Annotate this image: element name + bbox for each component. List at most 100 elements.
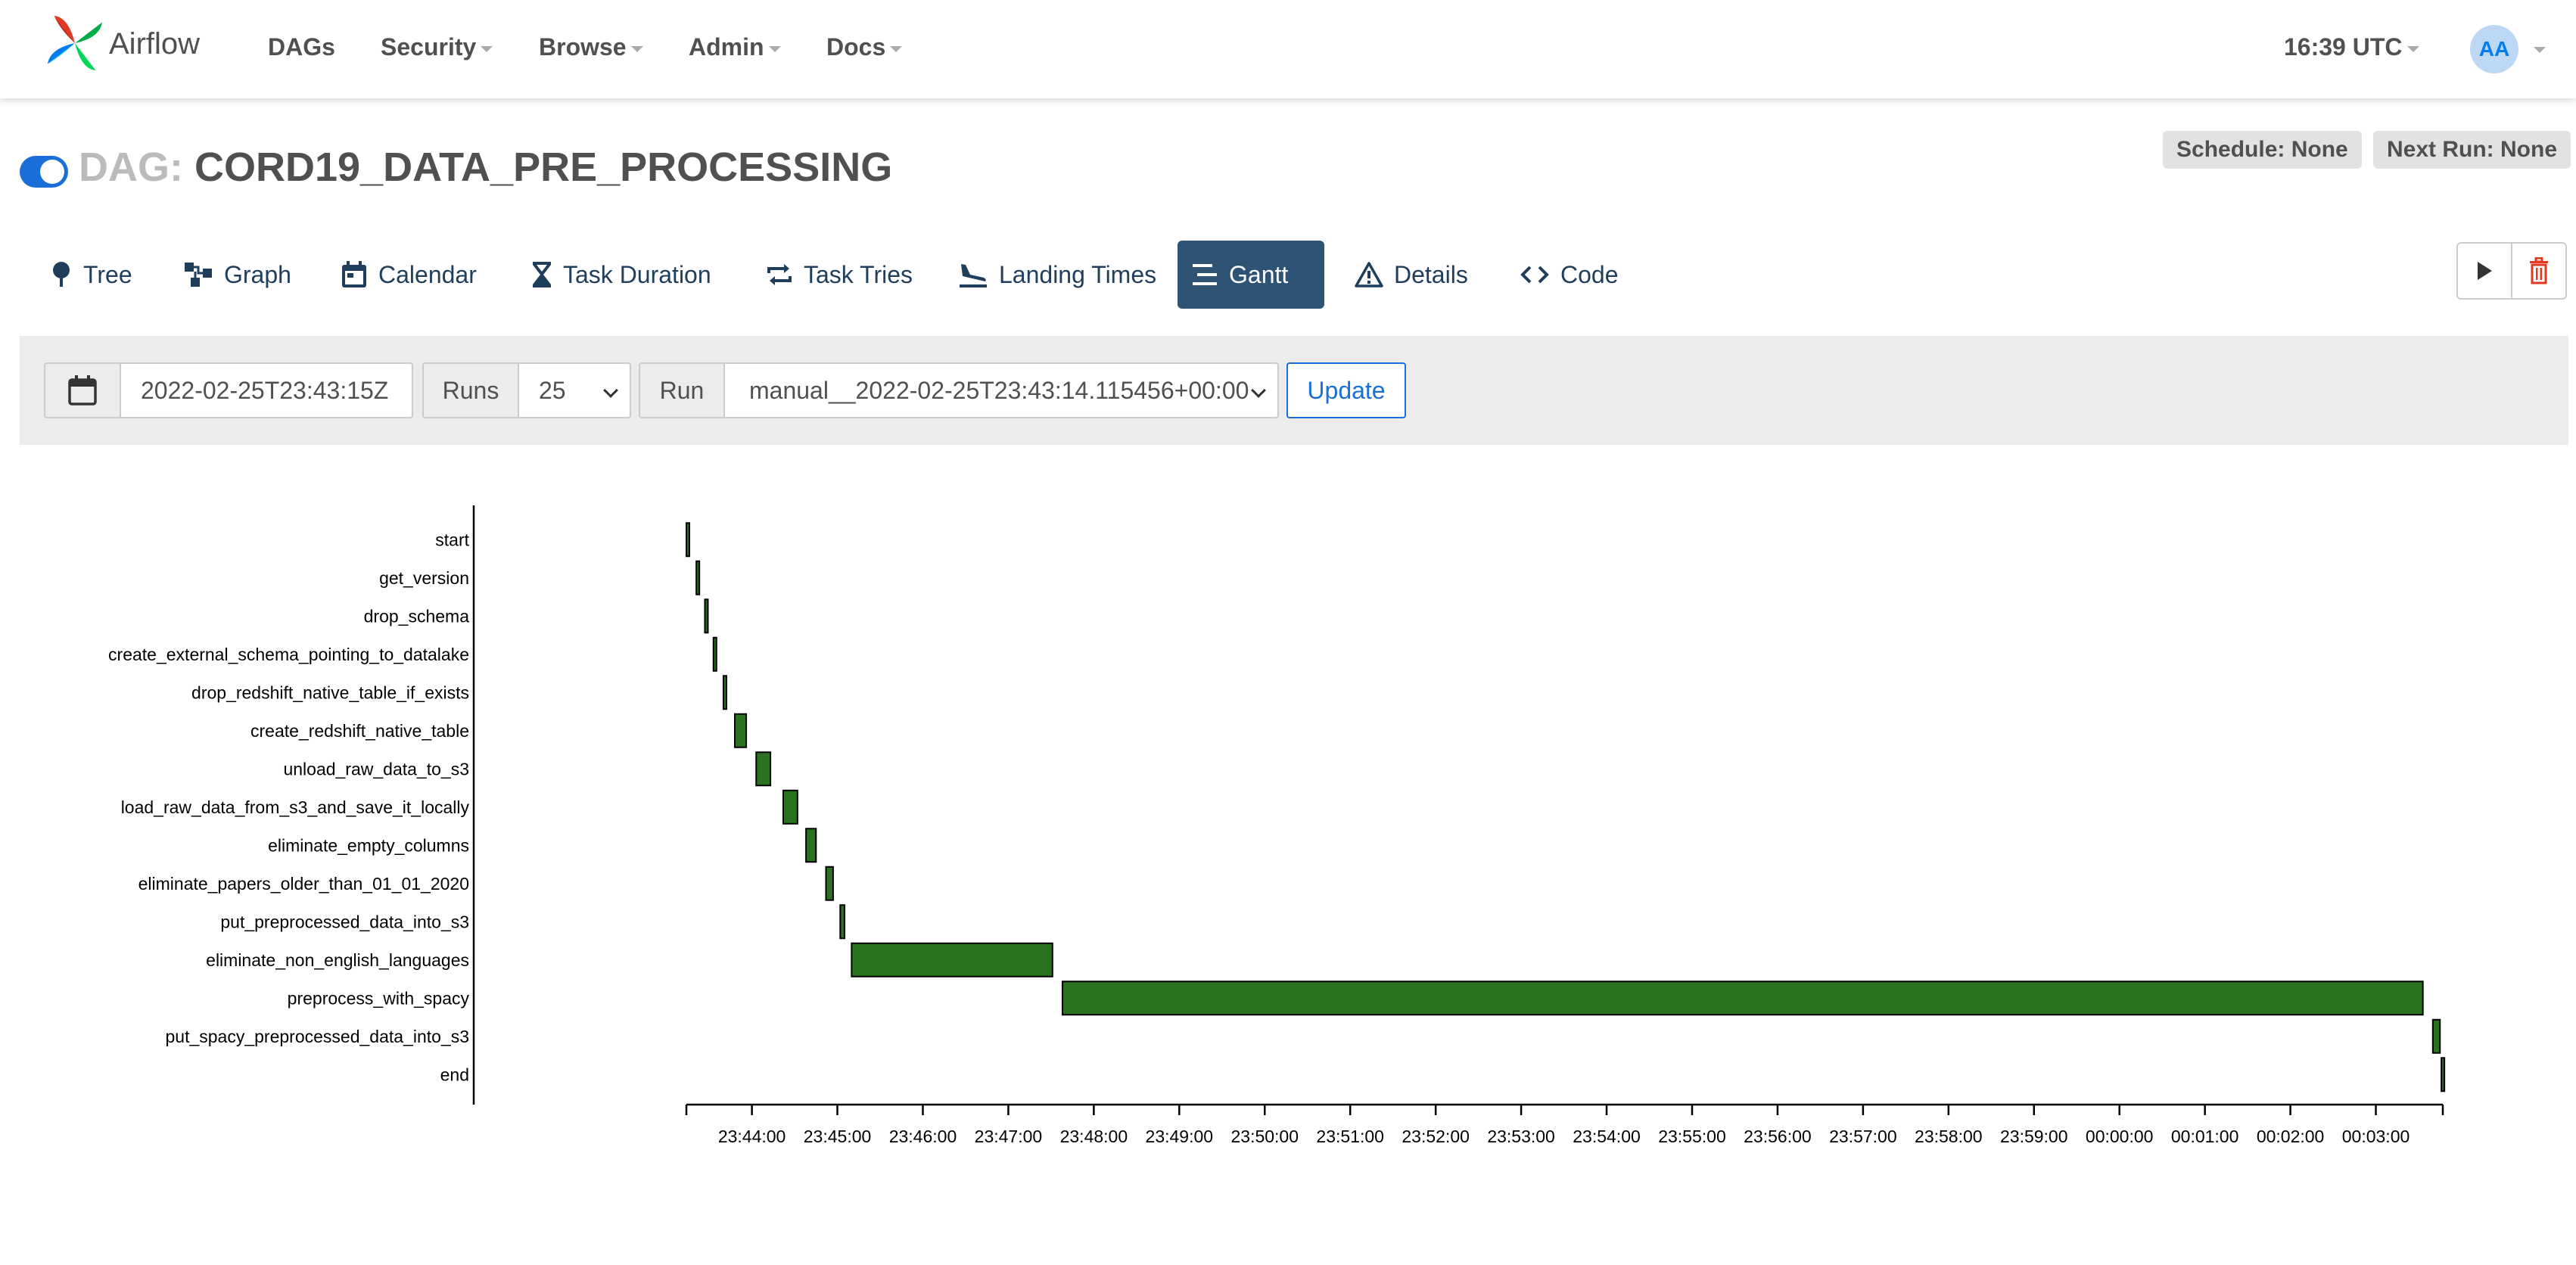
play-icon bbox=[2478, 262, 2492, 280]
warning-icon bbox=[1355, 262, 1383, 288]
nav-browse[interactable]: Browse bbox=[539, 33, 643, 61]
x-axis-tick-label: 23:53:00 bbox=[1487, 1127, 1555, 1146]
chevron-down-icon bbox=[1251, 383, 1266, 398]
chevron-down-icon bbox=[603, 383, 618, 398]
chevron-down-icon bbox=[768, 45, 781, 52]
task-label[interactable]: eliminate_non_english_languages bbox=[206, 950, 469, 970]
gantt-icon bbox=[1193, 264, 1217, 285]
x-axis-tick-label: 23:44:00 bbox=[718, 1127, 786, 1146]
gantt-task-bar[interactable] bbox=[2431, 1018, 2441, 1054]
tab-tree[interactable]: Tree bbox=[36, 241, 146, 309]
gantt-task-bar[interactable] bbox=[1061, 981, 2424, 1016]
x-axis-tick-label: 00:00:00 bbox=[2086, 1127, 2154, 1146]
toggle-knob bbox=[40, 160, 64, 184]
gantt-task-bar[interactable] bbox=[825, 866, 834, 901]
x-axis-tick-label: 23:50:00 bbox=[1230, 1127, 1299, 1146]
task-label[interactable]: unload_raw_data_to_s3 bbox=[283, 759, 469, 779]
gantt-task-bar[interactable] bbox=[755, 751, 772, 787]
chevron-down-icon[interactable] bbox=[2534, 47, 2546, 53]
task-label[interactable]: create_redshift_native_table bbox=[250, 721, 469, 741]
nav-admin[interactable]: Admin bbox=[689, 33, 781, 61]
x-axis-tick-label: 23:58:00 bbox=[1915, 1127, 1983, 1146]
trigger-dag-button[interactable] bbox=[2456, 242, 2512, 300]
tab-gantt[interactable]: Gantt bbox=[1178, 241, 1324, 309]
gantt-task-bar[interactable] bbox=[782, 789, 798, 825]
airflow-logo-icon[interactable] bbox=[42, 11, 107, 76]
gantt-task-bar[interactable] bbox=[2441, 1057, 2446, 1092]
x-axis-tick-label: 00:01:00 bbox=[2171, 1127, 2239, 1146]
gantt-task-bar[interactable] bbox=[734, 713, 748, 748]
tab-graph[interactable]: Graph bbox=[170, 241, 305, 309]
task-label[interactable]: end bbox=[440, 1065, 469, 1084]
runs-select-value: 25 bbox=[539, 376, 566, 404]
x-axis-tick-label: 00:02:00 bbox=[2257, 1127, 2325, 1146]
gantt-task-bar[interactable] bbox=[695, 560, 701, 595]
x-axis-tick-label: 23:55:00 bbox=[1658, 1127, 1726, 1146]
x-axis-tick-label: 23:51:00 bbox=[1316, 1127, 1384, 1146]
next-run-badge: Next Run: None bbox=[2373, 131, 2571, 169]
code-icon bbox=[1520, 266, 1549, 284]
gantt-task-bar[interactable] bbox=[704, 598, 709, 634]
tree-icon bbox=[53, 262, 70, 287]
nav-dags[interactable]: DAGs bbox=[268, 33, 335, 61]
plane-landing-icon bbox=[960, 264, 987, 288]
tab-calendar[interactable]: Calendar bbox=[327, 241, 490, 309]
date-picker-button[interactable] bbox=[44, 362, 121, 418]
update-button[interactable]: Update bbox=[1286, 362, 1406, 418]
x-axis-tick-label: 23:59:00 bbox=[2000, 1127, 2068, 1146]
task-label[interactable]: eliminate_empty_columns bbox=[268, 835, 469, 855]
user-avatar[interactable]: AA bbox=[2470, 25, 2518, 73]
x-axis-tick-label: 23:49:00 bbox=[1146, 1127, 1214, 1146]
schedule-badge: Schedule: None bbox=[2163, 131, 2362, 169]
dag-id: CORD19_DATA_PRE_PROCESSING bbox=[194, 145, 893, 190]
airflow-brand[interactable]: Airflow bbox=[109, 27, 200, 61]
gantt-task-bar[interactable] bbox=[722, 675, 727, 710]
task-label[interactable]: drop_redshift_native_table_if_exists bbox=[191, 682, 469, 702]
chevron-down-icon bbox=[630, 45, 643, 52]
x-axis-tick-label: 00:03:00 bbox=[2342, 1127, 2410, 1146]
task-label[interactable]: put_preprocessed_data_into_s3 bbox=[220, 912, 469, 931]
trash-icon bbox=[2530, 257, 2548, 284]
base-date-input[interactable]: 2022-02-25T23:43:15Z bbox=[120, 362, 413, 418]
gantt-chart: 23:44:00 23:45:00 23:46:00 23:47:00 23:48:00… bbox=[108, 505, 2446, 1146]
task-label[interactable]: start bbox=[435, 530, 469, 549]
dag-pause-toggle[interactable] bbox=[20, 156, 68, 188]
chevron-down-icon bbox=[2406, 45, 2419, 52]
task-label[interactable]: preprocess_with_spacy bbox=[288, 988, 470, 1008]
task-label[interactable]: load_raw_data_from_s3_and_save_it_locall… bbox=[121, 797, 470, 817]
calendar-icon bbox=[342, 261, 366, 288]
x-axis-tick-label: 23:52:00 bbox=[1402, 1127, 1470, 1146]
runs-label: Runs bbox=[422, 362, 519, 418]
task-label[interactable]: create_external_schema_pointing_to_datal… bbox=[108, 645, 469, 664]
tab-task-duration[interactable]: Task Duration bbox=[518, 241, 725, 309]
gantt-task-bar[interactable] bbox=[686, 522, 690, 558]
x-axis-tick-label: 23:46:00 bbox=[889, 1127, 957, 1146]
tab-landing-times[interactable]: Landing Times bbox=[944, 241, 1170, 309]
gantt-task-bar[interactable] bbox=[805, 828, 817, 863]
delete-dag-button[interactable] bbox=[2511, 242, 2567, 300]
gantt-task-bar[interactable] bbox=[712, 636, 717, 672]
task-label[interactable]: get_version bbox=[379, 568, 469, 588]
nav-security[interactable]: Security bbox=[381, 33, 493, 61]
utc-clock[interactable]: 16:39 UTC bbox=[2284, 33, 2419, 61]
x-axis-tick-label: 23:47:00 bbox=[975, 1127, 1043, 1146]
repeat-icon bbox=[767, 264, 792, 285]
x-axis-tick-label: 23:45:00 bbox=[804, 1127, 872, 1146]
tab-task-tries[interactable]: Task Tries bbox=[752, 241, 926, 309]
x-axis-tick-label: 23:57:00 bbox=[1829, 1127, 1897, 1146]
task-label[interactable]: put_spacy_preprocessed_data_into_s3 bbox=[165, 1027, 469, 1046]
gantt-task-bar[interactable] bbox=[839, 904, 845, 940]
run-select[interactable]: manual__2022-02-25T23:43:14.115456+00:00 bbox=[723, 362, 1279, 418]
tab-details[interactable]: Details bbox=[1341, 241, 1482, 309]
x-axis-tick-label: 23:56:00 bbox=[1744, 1127, 1812, 1146]
task-label[interactable]: eliminate_papers_older_than_01_01_2020 bbox=[138, 874, 469, 894]
tab-code[interactable]: Code bbox=[1506, 241, 1632, 309]
task-label[interactable]: drop_schema bbox=[364, 606, 470, 626]
page-title: DAG: CORD19_DATA_PRE_PROCESSING bbox=[79, 144, 892, 191]
x-axis-tick-label: 23:54:00 bbox=[1573, 1127, 1641, 1146]
runs-select[interactable]: 25 bbox=[518, 362, 631, 418]
graph-icon bbox=[185, 263, 212, 287]
dag-prefix: DAG: bbox=[79, 145, 183, 190]
gantt-task-bar[interactable] bbox=[851, 942, 1053, 978]
nav-docs[interactable]: Docs bbox=[826, 33, 903, 61]
